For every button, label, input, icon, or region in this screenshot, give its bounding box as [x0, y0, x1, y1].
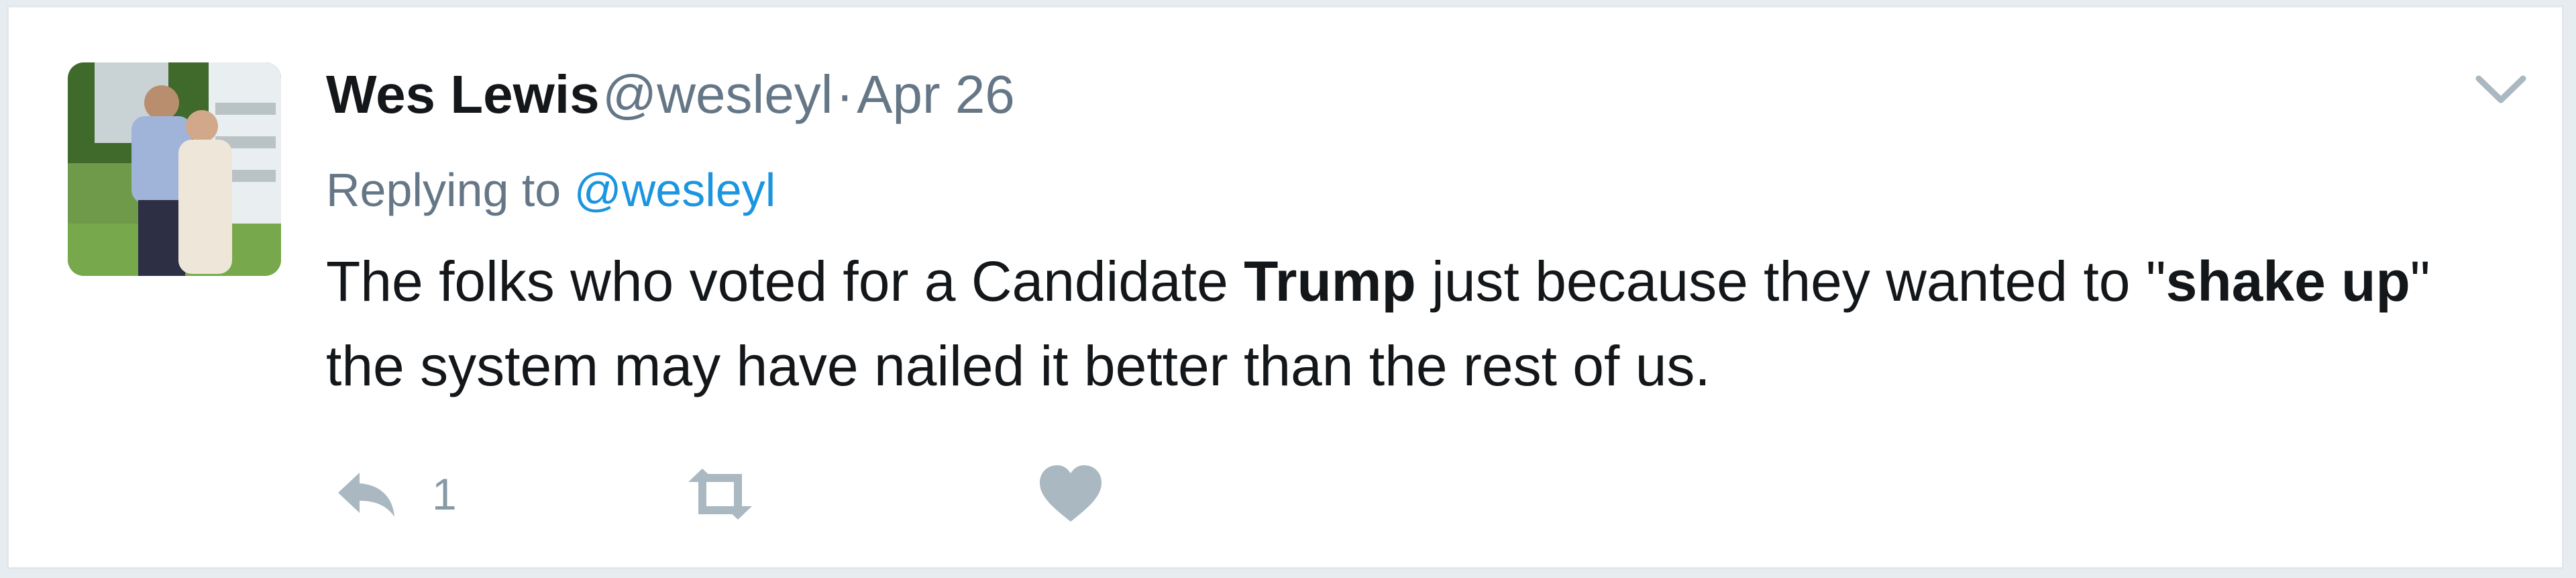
- tweet-date[interactable]: Apr 26: [857, 64, 1015, 124]
- reply-icon: [333, 467, 400, 521]
- tweet-text-bold: Trump: [1244, 250, 1416, 313]
- chevron-down-icon[interactable]: [2471, 66, 2531, 113]
- avatar[interactable]: [68, 62, 281, 276]
- like-button[interactable]: [1037, 454, 1104, 534]
- tweet-text-part: The folks who voted for a Candidate: [326, 250, 1244, 313]
- retweet-icon: [678, 467, 762, 521]
- avatar-photo: [68, 62, 281, 276]
- header-separator: ·: [836, 64, 854, 124]
- replying-to-handle[interactable]: @wesleyl: [574, 164, 776, 216]
- tweet-text-part: just because they wanted to ": [1415, 250, 2166, 313]
- reply-button[interactable]: 1: [333, 454, 457, 534]
- reply-count: 1: [432, 469, 457, 519]
- replying-to: Replying to @wesleyl: [326, 156, 775, 224]
- tweet-text: The folks who voted for a Candidate Trum…: [326, 239, 2506, 408]
- heart-icon: [1037, 464, 1104, 524]
- replying-to-label: Replying to: [326, 164, 561, 216]
- author-handle[interactable]: @wesleyl: [602, 64, 833, 124]
- retweet-button[interactable]: [678, 454, 762, 534]
- author-name[interactable]: Wes Lewis: [326, 64, 600, 124]
- tweet-text-bold: shake up: [2165, 250, 2410, 313]
- tweet-header: Wes Lewis @wesleyl · Apr 26: [326, 58, 1015, 132]
- tweet-card[interactable]: Wes Lewis @wesleyl · Apr 26 Replying to …: [7, 5, 2564, 569]
